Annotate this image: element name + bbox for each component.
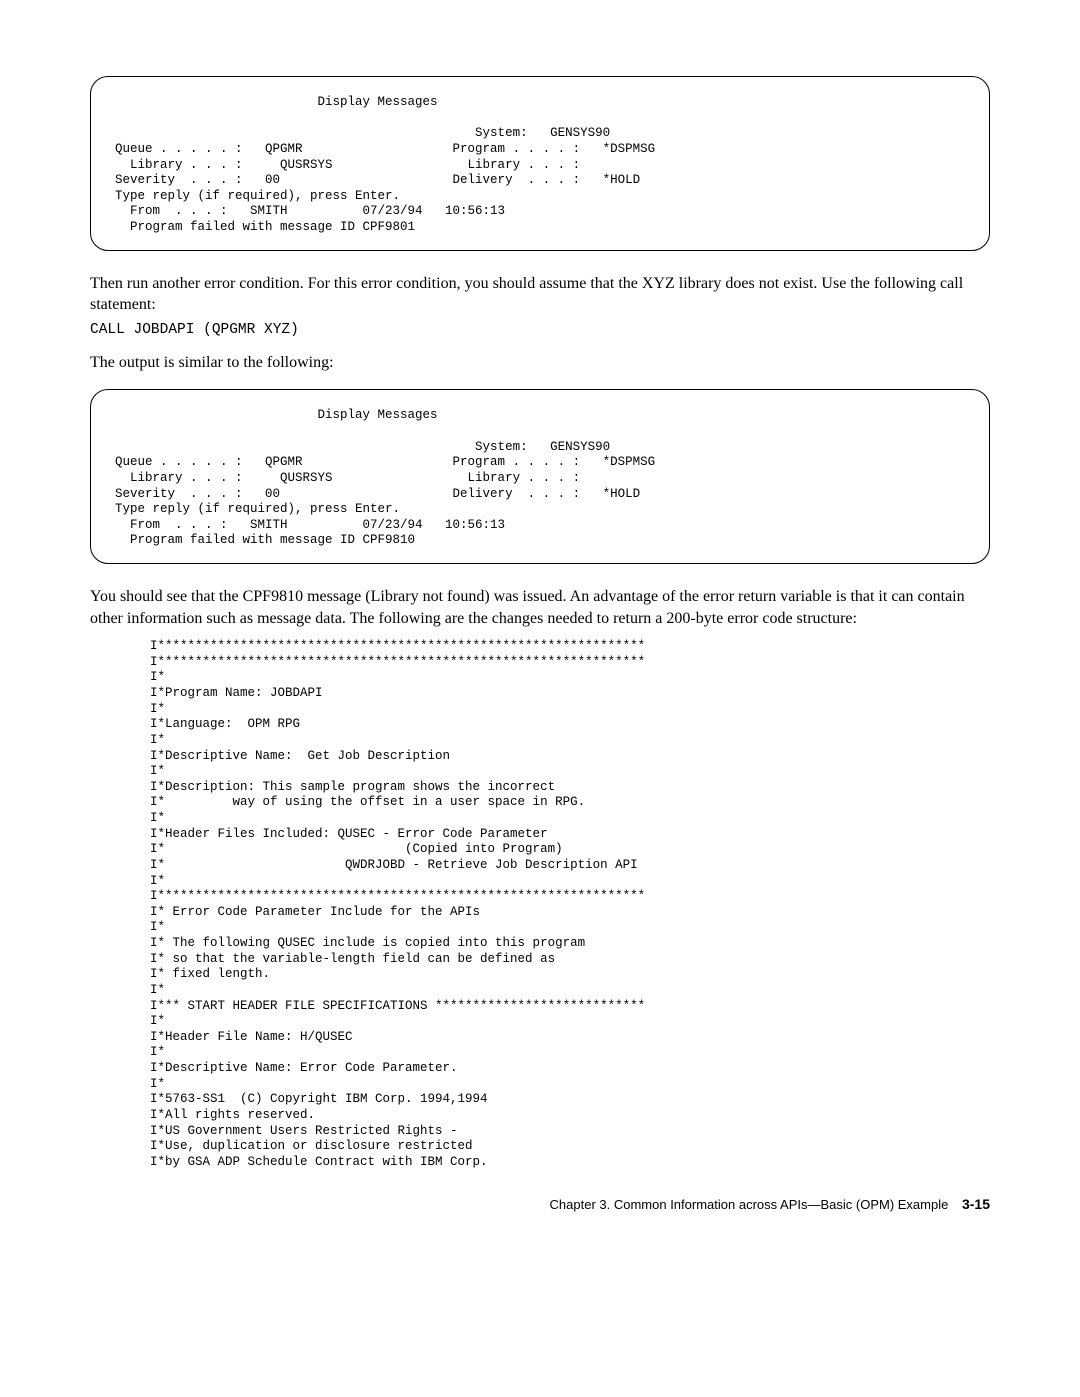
page-footer: Chapter 3. Common Information across API… <box>90 1196 990 1212</box>
footer-page-number: 3-15 <box>962 1196 990 1212</box>
rpg-code-block: I***************************************… <box>150 639 990 1170</box>
display-messages-screen-1: Display Messages System: GENSYS90 Queue … <box>90 76 990 251</box>
paragraph-3: You should see that the CPF9810 message … <box>90 586 990 629</box>
call-statement-1: CALL JOBDAPI (QPGMR XYZ) <box>90 322 990 338</box>
paragraph-2: The output is similar to the following: <box>90 352 990 374</box>
paragraph-1: Then run another error condition. For th… <box>90 273 990 316</box>
footer-chapter-text: Chapter 3. Common Information across API… <box>550 1197 949 1212</box>
display-messages-screen-2: Display Messages System: GENSYS90 Queue … <box>90 389 990 564</box>
